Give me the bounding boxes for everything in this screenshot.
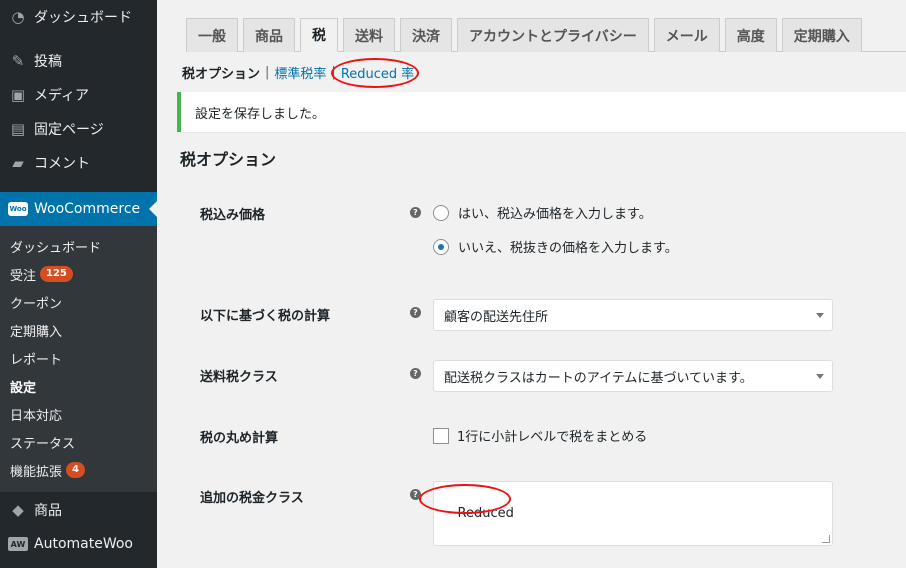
menu-products[interactable]: ◆ 商品 [0,493,157,527]
media-icon: ▣ [10,86,26,104]
tab-tax[interactable]: 税 [300,18,338,52]
submenu-label: 受注 [10,268,37,284]
product-icon: ◆ [12,501,24,519]
menu-dashboard[interactable]: ◔ ダッシュボード [0,0,157,34]
dashboard-icon: ◔ [11,8,25,26]
radio-option-yes[interactable]: はい、税込み価格を入力します。 [433,203,652,222]
section-title: 税オプション [180,150,277,169]
submenu-label: ダッシュボード [10,240,102,256]
radio-yes-label: はい、税込み価格を入力します。 [458,207,652,222]
menu-media[interactable]: ▣ メディア [0,78,157,112]
select-value: 配送税クラスはカートのアイテムに基づいています。 [444,370,753,386]
tab-payments[interactable]: 決済 [400,18,452,52]
submenu-label: クーポン [10,296,63,312]
pin-icon: ✎ [11,52,25,70]
help-icon[interactable]: ? [410,368,421,379]
submenu-label: 機能拡張 [10,464,63,480]
tax-rounding-checkbox[interactable] [433,427,449,444]
submenu-label: ステータス [10,436,76,452]
settings-saved-notice: 設定を保存しました。 [177,92,906,132]
radio-yes[interactable] [433,204,449,221]
tab-advanced[interactable]: 高度 [724,18,777,52]
comment-icon: ▰ [12,154,24,172]
admin-sidebar: ◔ ダッシュボード ✎ 投稿 ▣ メディア ▤ 固定ページ ▰ コメント Woo… [0,0,157,568]
subsub-current-tax-options[interactable]: 税オプション [182,63,260,82]
menu-label: 投稿 [34,54,62,70]
extensions-count-badge: 4 [66,462,85,478]
menu-label: コメント [34,156,90,172]
tab-emails[interactable]: メール [653,18,720,52]
automatewoo-logo-icon: AW [8,537,28,551]
submenu-orders[interactable]: 受注 125 [0,260,157,288]
menu-label: 商品 [34,503,62,519]
tax-rounding-label: 税の丸め計算 [200,431,279,446]
settings-tabs: 一般 商品 税 送料 決済 アカウントとプライバシー メール 高度 定期購入 [186,18,906,52]
menu-automatewoo[interactable]: AW AutomateWoo [0,527,157,561]
radio-no[interactable] [433,238,449,255]
menu-label: 固定ページ [34,122,104,138]
subsub-separator: | [265,65,270,80]
submenu-label: 設定 [10,380,37,396]
tab-accounts-privacy[interactable]: アカウントとプライバシー [457,18,649,52]
submenu-reports[interactable]: レポート [0,344,157,372]
submenu-subscriptions[interactable]: 定期購入 [0,316,157,344]
woocommerce-submenu: ダッシュボード 受注 125 クーポン 定期購入 レポート 設定 日本対応 ステー… [0,226,157,492]
notice-text: 設定を保存しました。 [195,106,326,122]
menu-pages[interactable]: ▤ 固定ページ [0,112,157,146]
prices-include-tax-label: 税込み価格 [200,208,266,223]
submenu-coupons[interactable]: クーポン [0,288,157,316]
tax-based-on-label: 以下に基づく税の計算 [200,309,331,324]
shipping-tax-class-label: 送料税クラス [200,370,278,385]
menu-label: メディア [34,88,90,104]
page-icon: ▤ [10,120,26,138]
menu-woocommerce[interactable]: Woo WooCommerce [0,192,157,226]
tax-rounding-option[interactable]: 1行に小計レベルで税をまとめる [433,426,647,445]
radio-option-no[interactable]: いいえ、税抜きの価格を入力します。 [433,237,678,256]
subsub-link-standard-rates[interactable]: 標準税率 [274,63,326,82]
submenu-label: レポート [10,352,63,368]
resize-handle-icon[interactable] [822,535,830,543]
help-icon[interactable]: ? [410,307,421,318]
select-value: 顧客の配送先住所 [444,309,549,325]
menu-posts[interactable]: ✎ 投稿 [0,44,157,78]
menu-label: AutomateWoo [34,536,133,552]
red-annotation-circle [419,484,511,514]
red-annotation-circle [331,58,419,88]
help-icon[interactable]: ? [410,207,421,218]
woocommerce-logo-icon: Woo [8,202,28,216]
submenu-status[interactable]: ステータス [0,428,157,456]
menu-label: WooCommerce [34,201,141,217]
orders-count-badge: 125 [40,266,73,282]
shipping-tax-class-select[interactable]: 配送税クラスはカートのアイテムに基づいています。 [433,360,833,392]
radio-no-label: いいえ、税抜きの価格を入力します。 [458,241,678,256]
menu-comments[interactable]: ▰ コメント [0,146,157,180]
submenu-settings[interactable]: 設定 [0,372,157,400]
submenu-japan[interactable]: 日本対応 [0,400,157,428]
tax-based-on-select[interactable]: 顧客の配送先住所 [433,299,833,331]
chevron-down-icon [816,313,824,318]
chevron-down-icon [816,374,824,379]
menu-label: ダッシュボード [34,10,132,26]
tab-products[interactable]: 商品 [243,18,295,52]
submenu-label: 日本対応 [10,408,63,424]
tax-rounding-text: 1行に小計レベルで税をまとめる [457,430,648,445]
tab-shipping[interactable]: 送料 [343,18,395,52]
tab-subscriptions[interactable]: 定期購入 [781,18,862,52]
submenu-extensions[interactable]: 機能拡張 4 [0,456,157,484]
additional-tax-classes-label: 追加の税金クラス [200,491,304,506]
submenu-dashboard[interactable]: ダッシュボード [0,232,157,260]
main-content: 一般 商品 税 送料 決済 アカウントとプライバシー メール 高度 定期購入 税… [157,0,906,568]
submenu-label: 定期購入 [10,324,63,340]
tab-general[interactable]: 一般 [186,18,238,52]
